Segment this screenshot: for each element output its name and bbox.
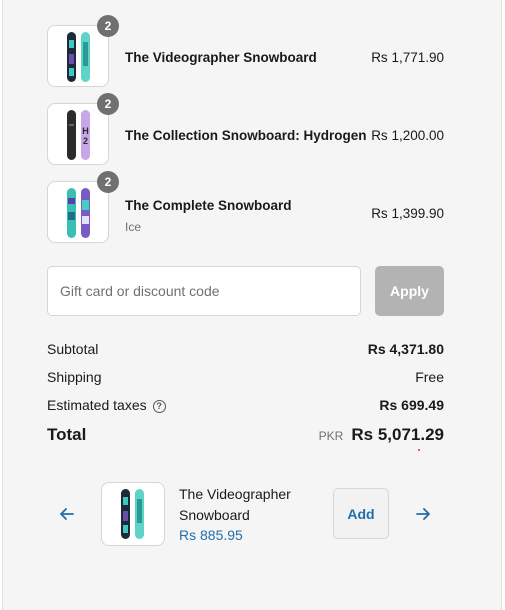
subtotal-value: Rs 4,371.80	[367, 341, 444, 357]
taxes-label: Estimated taxes	[47, 397, 147, 413]
snowboard-image	[67, 32, 90, 82]
total-currency: PKR	[318, 429, 344, 443]
quantity-badge: 2	[97, 93, 119, 115]
product-thumbnail: 2	[47, 171, 119, 243]
svg-text:H: H	[82, 126, 89, 136]
subtotal-label: Subtotal	[47, 341, 99, 357]
quantity-badge: 2	[97, 15, 119, 37]
product-price: Rs 1,771.90	[371, 50, 444, 65]
arrow-left-icon[interactable]	[56, 503, 78, 525]
product-price: Rs 1,200.00	[371, 128, 444, 143]
product-variant: Ice	[125, 220, 142, 234]
product-thumbnail: 2	[47, 15, 119, 87]
add-upsell-button[interactable]: Add	[333, 488, 389, 539]
decorative-dot	[418, 449, 420, 451]
upsell-product-thumbnail	[101, 482, 165, 546]
apply-discount-button[interactable]: Apply	[375, 266, 444, 316]
product-name: The Collection Snowboard: Hydrogen	[125, 128, 367, 143]
upsell-product-name: The Videographer Snowboard	[179, 486, 291, 523]
quantity-badge: 2	[97, 171, 119, 193]
snowboard-image: H 2	[67, 110, 90, 160]
product-thumbnail: H 2 2	[47, 93, 119, 165]
line-item: 2 The Videographer Snowboard Rs 1,771.90	[47, 15, 444, 89]
upsell-product-price: Rs 885.95	[179, 527, 243, 543]
info-icon[interactable]: ?	[152, 400, 166, 413]
total-label: Total	[47, 425, 87, 444]
taxes-value: Rs 699.49	[379, 397, 444, 413]
line-item: H 2 2 The Collection Snowboard: Hydrogen…	[47, 93, 444, 167]
svg-text:2: 2	[83, 136, 88, 146]
product-name: The Videographer Snowboard	[125, 50, 317, 65]
product-name: The Complete Snowboard	[125, 198, 292, 213]
total-value: Rs 5,071.29	[351, 425, 444, 444]
line-item: 2 The Complete Snowboard Ice Rs 1,399.90	[47, 171, 444, 245]
arrow-right-icon[interactable]	[412, 503, 434, 525]
snowboard-image	[121, 489, 144, 539]
product-price: Rs 1,399.90	[371, 206, 444, 221]
order-summary-panel: 2 The Videographer Snowboard Rs 1,771.90…	[2, 0, 502, 610]
shipping-value: Free	[415, 369, 444, 385]
shipping-label: Shipping	[47, 369, 102, 385]
discount-code-input[interactable]	[47, 266, 361, 316]
snowboard-image	[67, 188, 90, 238]
